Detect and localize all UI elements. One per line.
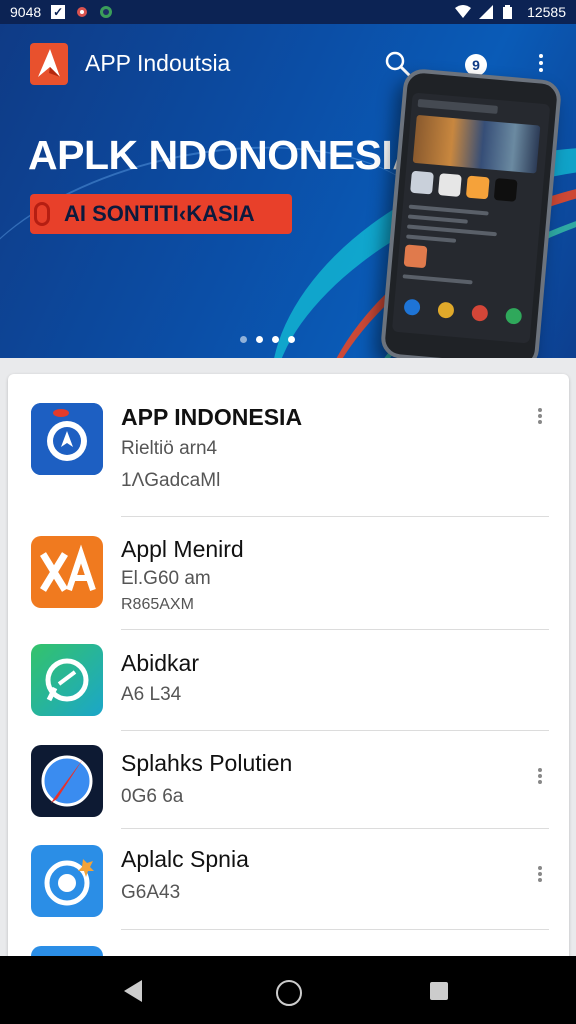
more-vert-icon[interactable]	[535, 766, 545, 790]
app-meta: 1ΛGadcaMl	[121, 470, 221, 491]
hero-banner[interactable]: APP Indoutsia 9 APLK NDONONESIA AI SONTI…	[0, 24, 576, 358]
wifi-icon	[455, 5, 472, 19]
app-meta: Rieltiö arn4	[121, 438, 218, 459]
home-icon[interactable]	[276, 980, 302, 1006]
carousel-dot[interactable]	[272, 336, 279, 343]
notification-icon	[99, 5, 113, 19]
more-vert-icon[interactable]	[535, 864, 545, 888]
app-meta: 0G6 6a	[121, 786, 184, 807]
carousel-dot[interactable]	[240, 336, 247, 343]
status-bar: 9048 ✓ 12585	[0, 0, 576, 24]
signal-icon	[479, 5, 494, 19]
promo-icon	[34, 202, 50, 226]
status-time-right: 12585	[527, 4, 566, 20]
app-meta: El.G60 am	[121, 568, 211, 589]
status-time-left: 9048	[10, 4, 42, 20]
app-name: APP INDONESIA	[121, 404, 303, 430]
back-icon[interactable]	[124, 980, 144, 1007]
app-name: Splahks Polutien	[121, 750, 293, 776]
battery-icon	[503, 5, 517, 19]
camera-icon	[31, 845, 103, 917]
carousel-dot[interactable]	[288, 336, 295, 343]
app-meta: R865AXM	[121, 596, 194, 613]
hero-headline: APLK NDONONESIA	[28, 132, 422, 178]
carousel-indicator[interactable]	[240, 336, 295, 343]
app-title: APP Indoutsia	[85, 50, 231, 76]
promo-label: AI SONTITI‹KASIA	[64, 201, 255, 226]
promo-button[interactable]: AI SONTITI‹KASIA	[30, 194, 292, 234]
app-list: APP INDONESIA Rieltiö arn4 1ΛGadcaMl App…	[8, 374, 569, 974]
phone-illustration	[379, 67, 563, 358]
editor-icon	[31, 536, 103, 608]
more-vert-icon[interactable]	[536, 51, 546, 77]
compass-icon	[31, 403, 103, 475]
more-vert-icon[interactable]	[535, 406, 545, 430]
app-name: Abidkar	[121, 650, 199, 676]
divider	[121, 516, 549, 517]
divider	[121, 629, 549, 630]
app-logo-icon	[30, 43, 68, 85]
app-meta: G6A43	[121, 882, 181, 903]
divider	[121, 828, 549, 829]
app-meta: A6 L34	[121, 684, 182, 705]
chat-icon	[31, 644, 103, 716]
carousel-dot[interactable]	[256, 336, 263, 343]
app-name: Aplalc Spnia	[121, 846, 249, 872]
phone-screen	[391, 92, 551, 344]
browser-icon	[31, 745, 103, 817]
check-icon: ✓	[51, 5, 66, 19]
app-name: Appl Menird	[121, 536, 244, 562]
search-icon[interactable]	[384, 50, 412, 78]
recents-icon[interactable]	[430, 982, 448, 1000]
divider	[121, 730, 549, 731]
notification-icon	[75, 5, 89, 19]
divider	[121, 929, 549, 930]
